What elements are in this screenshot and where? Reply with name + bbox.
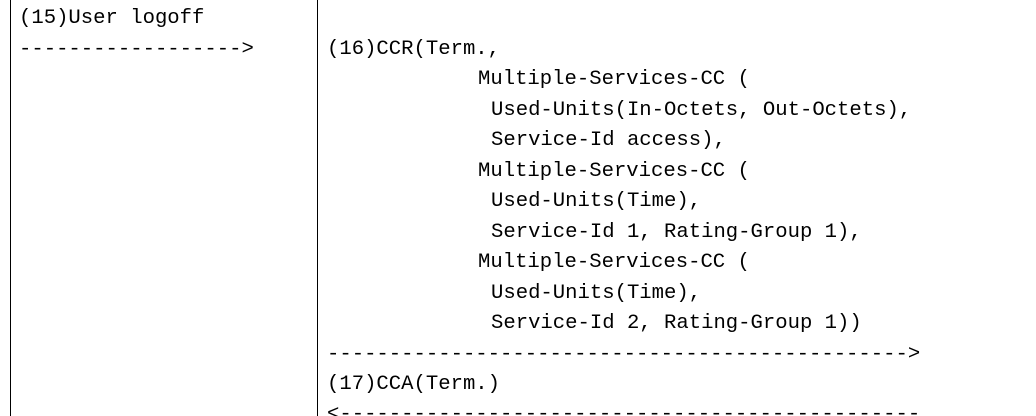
step16-line-ccr: (16)CCR(Term.,	[327, 38, 501, 61]
sequence-diagram: (15)User logoff ------------------> (16)…	[0, 0, 1036, 416]
step17-arrow: <---------------------------------------…	[327, 403, 921, 416]
step16-line-msc-2: Multiple-Services-CC (	[478, 160, 750, 183]
step15-label: (15)User logoff	[19, 7, 205, 30]
step17-label: (17)CCA(Term.)	[327, 373, 501, 396]
step16-line-used-units-1: Used-Units(In-Octets, Out-Octets),	[491, 99, 912, 122]
step16-line-service-id-3: Service-Id 2, Rating-Group 1))	[491, 312, 862, 335]
lifeline-left	[10, 0, 12, 416]
step16-line-service-id-2: Service-Id 1, Rating-Group 1),	[491, 221, 862, 244]
step15-arrow: ------------------>	[19, 38, 254, 61]
step16-line-service-id-1: Service-Id access),	[491, 129, 726, 152]
step16-arrow: ----------------------------------------…	[327, 343, 921, 366]
lifeline-middle	[317, 0, 319, 416]
step16-line-msc-1: Multiple-Services-CC (	[478, 68, 750, 91]
step16-line-used-units-3: Used-Units(Time),	[491, 282, 702, 305]
step16-line-used-units-2: Used-Units(Time),	[491, 190, 702, 213]
step16-line-msc-3: Multiple-Services-CC (	[478, 251, 750, 274]
